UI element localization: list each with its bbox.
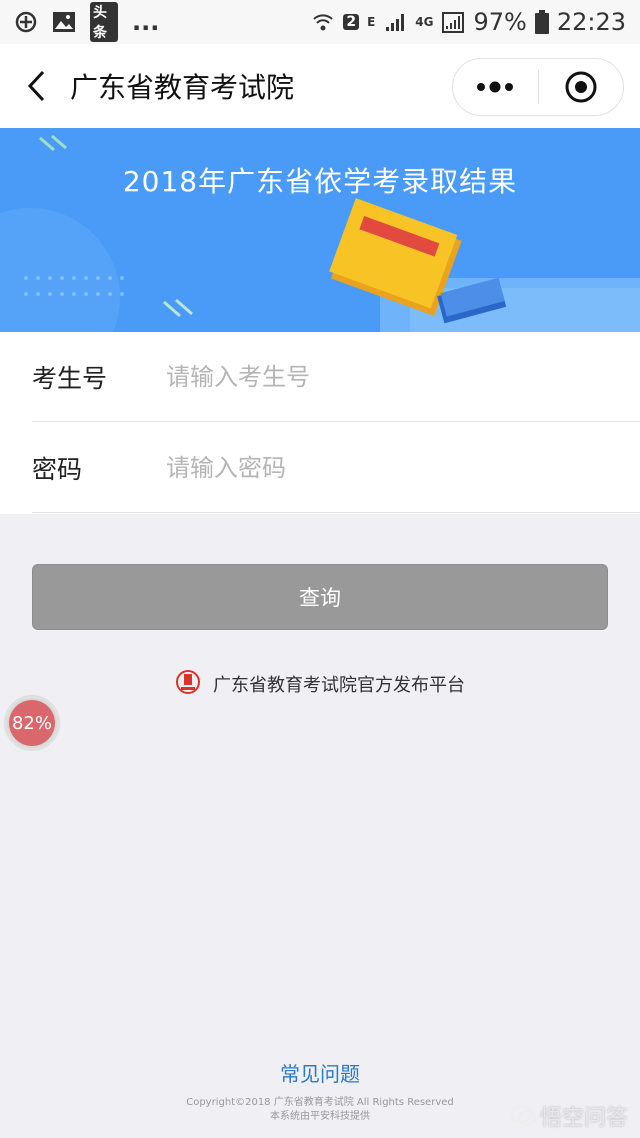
floating-progress-badge[interactable]: 82% [4, 695, 60, 751]
login-form: 考生号 密码 [0, 332, 640, 514]
faq-link[interactable]: 常见问题 [0, 1058, 640, 1087]
banner: 2018年广东省依学考录取结果 [0, 128, 640, 332]
official-platform-text: 广东省教育考试院官方发布平台 [213, 675, 465, 696]
status-bar: 头条 ... 2 E 4G 97% 22:23 [0, 0, 640, 44]
network-e-label: E [367, 15, 376, 29]
exam-id-input[interactable] [166, 362, 566, 391]
image-icon [52, 10, 76, 34]
battery-percent: 97% [473, 8, 527, 36]
signal-icon [383, 10, 407, 34]
watermark: 悟空问答 [509, 1100, 628, 1132]
close-miniprogram-button[interactable] [539, 58, 624, 116]
miniprogram-capsule [452, 58, 624, 116]
toutiao-label: 头条 [90, 2, 118, 42]
signal-icon-2 [441, 10, 465, 34]
back-arrow-icon [27, 70, 45, 102]
exam-authority-logo-icon [175, 669, 201, 700]
password-row: 密码 [32, 423, 640, 513]
more-button[interactable] [453, 58, 538, 116]
more-dots-icon [477, 81, 514, 93]
password-input[interactable] [166, 453, 566, 482]
password-label: 密码 [32, 454, 83, 484]
banner-illustration [0, 134, 640, 332]
battery-icon [534, 10, 549, 34]
status-ellipsis: ... [132, 8, 160, 36]
chat-bubble-icon [509, 1105, 536, 1126]
wifi-icon [311, 10, 335, 34]
banner-title: 2018年广东省依学考录取结果 [122, 165, 518, 198]
official-platform-note: 广东省教育考试院官方发布平台 [0, 666, 640, 702]
back-button[interactable] [6, 44, 66, 128]
clock: 22:23 [556, 8, 626, 36]
exam-id-row: 考生号 [32, 332, 640, 422]
sim-badge: 2 [343, 14, 360, 30]
toutiao-icon: 头条 [90, 2, 118, 42]
page-title: 广东省教育考试院 [70, 71, 295, 104]
query-button[interactable]: 查询 [32, 564, 608, 630]
floating-progress-value: 82% [9, 700, 55, 746]
location-icon [14, 10, 38, 34]
network-4g-label: 4G [415, 15, 434, 29]
nav-bar: 广东省教育考试院 [0, 44, 640, 128]
watermark-text: 悟空问答 [539, 1106, 628, 1131]
exam-id-label: 考生号 [32, 363, 108, 393]
target-close-icon [565, 71, 597, 103]
